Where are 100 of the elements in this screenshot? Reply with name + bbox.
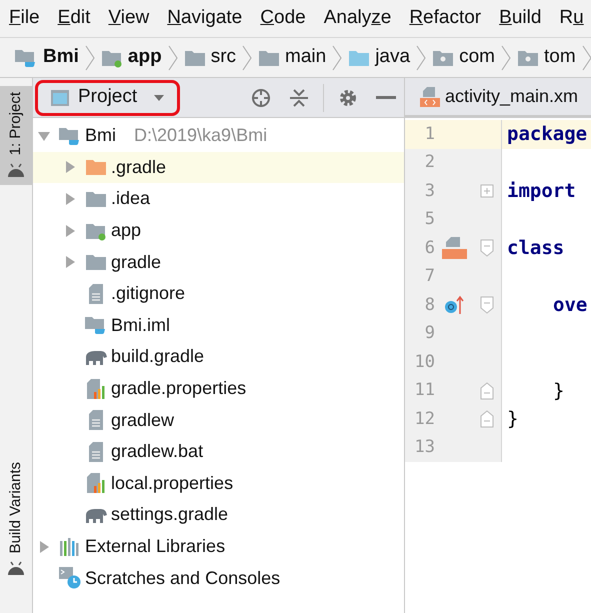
side-tab[interactable]: Build Variants	[0, 456, 32, 583]
chevron-icon	[332, 44, 342, 70]
code-text: import	[507, 179, 576, 204]
library-bars-icon	[59, 536, 81, 557]
code-text: }	[553, 378, 564, 404]
line-number: 8	[424, 294, 435, 316]
tree-row[interactable]: .idea	[33, 183, 404, 215]
line-number: 13	[414, 436, 435, 459]
package-folder-icon	[516, 48, 539, 66]
tree-item-label: gradle	[111, 250, 162, 274]
breadcrumb-item[interactable]: tom	[544, 43, 576, 72]
tree-item-label: Scratches and Consoles	[85, 566, 280, 590]
tree-row[interactable]: Bmi D:\2019\ka9\Bmi	[33, 120, 404, 152]
folder-icon	[258, 48, 280, 66]
breadcrumb-item[interactable]: com	[459, 43, 495, 72]
tree-row[interactable]: build.gradle	[33, 341, 404, 373]
tree-row[interactable]: Scratches and Consoles	[33, 562, 404, 594]
chevron-icon	[168, 44, 178, 70]
text-file-icon	[88, 409, 104, 432]
tree-row[interactable]: .gradle	[33, 152, 404, 184]
breadcrumb-item[interactable]: Bmi	[43, 43, 79, 72]
tree-row[interactable]: gradlew	[33, 404, 404, 436]
editor-tab[interactable]: activity_main.xm	[419, 83, 578, 110]
menu-item[interactable]: Navigate	[167, 4, 242, 33]
dropdown-caret-icon	[153, 94, 166, 102]
locate-icon[interactable]	[251, 88, 271, 108]
expand-arrow-icon[interactable]	[63, 192, 77, 206]
tree-item-label: .gitignore	[111, 282, 186, 306]
menu-item[interactable]: Edit	[58, 4, 90, 33]
expand-arrow-icon[interactable]	[63, 255, 77, 270]
tree-item-label: gradle.properties	[111, 377, 246, 400]
breadcrumb-item[interactable]: main	[285, 43, 326, 72]
collapse-all-icon[interactable]	[289, 88, 309, 108]
code-text: package	[507, 122, 588, 147]
tree-item-label: local.properties	[111, 472, 234, 495]
collapse-fold-icon[interactable]	[480, 239, 494, 258]
folder-icon	[85, 158, 107, 176]
tree-row[interactable]: .gitignore	[33, 278, 404, 310]
folder-icon	[348, 48, 370, 66]
override-marker-icon	[444, 295, 464, 316]
settings-icon[interactable]	[338, 88, 358, 108]
menu-item[interactable]: Build	[499, 4, 542, 33]
properties-file-icon	[86, 472, 106, 494]
tree-item-label: Bmi.iml	[111, 314, 170, 337]
expand-arrow-icon[interactable]	[63, 224, 77, 238]
expand-fold-icon[interactable]	[480, 184, 494, 198]
expand-arrow-icon[interactable]	[37, 540, 51, 554]
line-number: 11	[414, 379, 435, 402]
folder-icon	[184, 48, 206, 66]
tree-row[interactable]: External Libraries	[33, 530, 404, 562]
tree-row[interactable]: gradle.properties	[33, 372, 404, 404]
tree-item-label: gradlew.bat	[111, 440, 204, 464]
menu-item[interactable]: Analyze	[324, 4, 392, 33]
tree-row[interactable]: settings.gradle	[33, 499, 404, 531]
minimize-icon[interactable]	[376, 96, 396, 100]
chevron-icon	[242, 44, 252, 70]
menu-item[interactable]: Refactor	[409, 4, 482, 33]
code-text: ove	[553, 293, 588, 318]
tree-item-label: build.gradle	[111, 345, 204, 368]
menu-item[interactable]: View	[108, 4, 150, 33]
line-number: 12	[414, 408, 435, 430]
android-icon	[6, 559, 26, 577]
tree-item-label: gradlew	[111, 408, 174, 432]
collapse-fold-icon[interactable]	[480, 410, 494, 428]
chevron-icon	[582, 44, 591, 70]
menu-item[interactable]: File	[9, 4, 40, 33]
menu-item[interactable]: Code	[260, 4, 306, 33]
xml-file-icon	[419, 86, 441, 108]
folder-icon	[85, 253, 107, 272]
tree-item-label: app	[111, 219, 142, 242]
tree-item-label: .gradle	[111, 156, 166, 179]
tree-row[interactable]: Bmi.iml	[33, 310, 404, 342]
text-file-icon	[88, 440, 104, 463]
xml-file-icon	[441, 236, 467, 260]
breadcrumb-item[interactable]: src	[210, 43, 236, 72]
line-number: 5	[424, 208, 435, 231]
expand-arrow-icon[interactable]	[63, 160, 77, 174]
collapse-fold-icon[interactable]	[480, 382, 494, 400]
tree-item-label: Bmi	[85, 124, 116, 148]
tree-item-label: .idea	[111, 187, 150, 210]
tree-row[interactable]: gradlew.bat	[33, 436, 404, 468]
side-tab[interactable]: 1: Project	[0, 86, 32, 186]
tree-row[interactable]: local.properties	[33, 468, 404, 500]
tree-item-label: settings.gradle	[111, 503, 228, 526]
line-number: 10	[414, 350, 435, 374]
tree-row[interactable]: app	[33, 214, 404, 246]
project-path: D:\2019\ka9\Bmi	[134, 124, 268, 148]
chevron-icon	[84, 44, 95, 70]
breadcrumb-item[interactable]: app	[128, 43, 162, 72]
view-selector[interactable]: Project	[35, 80, 180, 116]
android-icon	[6, 161, 26, 180]
console-clock-icon	[58, 566, 82, 590]
tree-row[interactable]: gradle	[33, 246, 404, 278]
folder-with-cup-icon	[84, 314, 108, 336]
breadcrumb-item[interactable]: java	[375, 43, 410, 72]
line-number: 9	[424, 322, 435, 345]
text-file-icon	[88, 282, 104, 305]
line-number: 7	[424, 265, 435, 288]
collapse-fold-icon[interactable]	[480, 296, 494, 314]
menu-item[interactable]: Ru	[559, 4, 584, 33]
